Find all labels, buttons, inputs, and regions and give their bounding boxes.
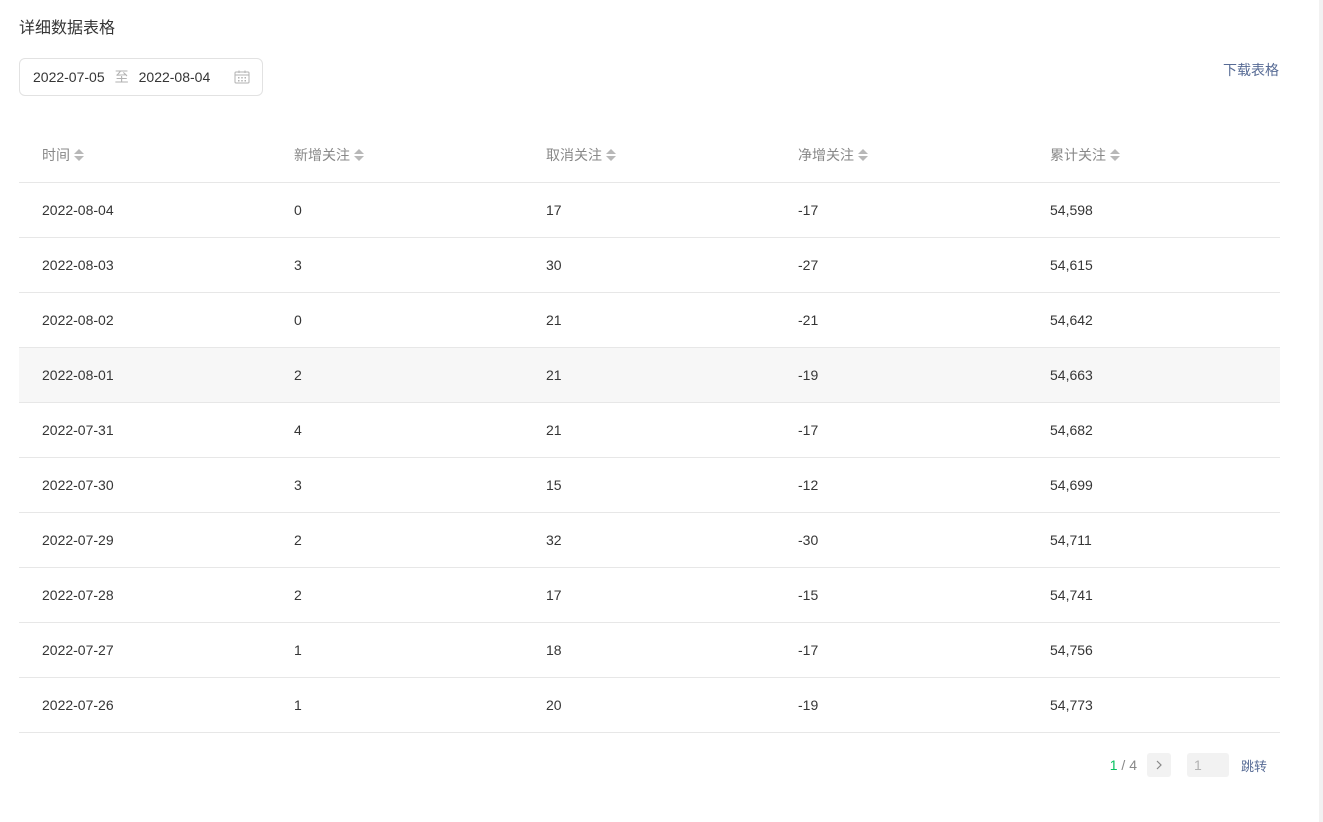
cell-new-follows: 3 xyxy=(294,477,302,493)
column-header-unfollows[interactable]: 取消关注 xyxy=(523,145,775,165)
data-table: 时间 新增关注 取消关注 净增关注 累计关注 2022-08-04 0 17 -… xyxy=(19,128,1280,733)
cell-new-follows: 2 xyxy=(294,367,302,383)
sort-icon[interactable] xyxy=(354,149,364,161)
cell-total-follows: 54,598 xyxy=(1050,202,1093,218)
cell-date: 2022-08-02 xyxy=(42,312,114,328)
date-range-picker[interactable]: 2022-07-05 至 2022-08-04 xyxy=(19,58,263,96)
cell-net-follows: -17 xyxy=(798,422,819,438)
total-pages: 4 xyxy=(1129,757,1137,773)
cell-net-follows: -27 xyxy=(798,257,819,273)
table-row: 2022-08-04 0 17 -17 54,598 xyxy=(19,183,1280,238)
cell-unfollows: 15 xyxy=(546,477,562,493)
cell-total-follows: 54,682 xyxy=(1050,422,1093,438)
cell-unfollows: 21 xyxy=(546,367,562,383)
cell-new-follows: 2 xyxy=(294,587,302,603)
current-page: 1 xyxy=(1109,757,1118,773)
table-row-highlighted: 2022-08-01 2 21 -19 54,663 xyxy=(19,348,1280,403)
cell-new-follows: 2 xyxy=(294,532,302,548)
cell-new-follows: 1 xyxy=(294,642,302,658)
cell-net-follows: -30 xyxy=(798,532,819,548)
cell-total-follows: 54,741 xyxy=(1050,587,1093,603)
cell-unfollows: 21 xyxy=(546,312,562,328)
cell-date: 2022-07-29 xyxy=(42,532,114,548)
chevron-right-icon xyxy=(1156,760,1162,770)
cell-unfollows: 20 xyxy=(546,697,562,713)
cell-unfollows: 21 xyxy=(546,422,562,438)
cell-total-follows: 54,663 xyxy=(1050,367,1093,383)
cell-total-follows: 54,773 xyxy=(1050,697,1093,713)
cell-net-follows: -15 xyxy=(798,587,819,603)
cell-net-follows: -12 xyxy=(798,477,819,493)
table-row: 2022-08-02 0 21 -21 54,642 xyxy=(19,293,1280,348)
cell-new-follows: 4 xyxy=(294,422,302,438)
column-header-total-follows[interactable]: 累计关注 xyxy=(1027,145,1279,165)
start-date[interactable]: 2022-07-05 xyxy=(33,69,105,85)
date-separator: 至 xyxy=(114,69,129,85)
page-jump-input[interactable] xyxy=(1186,753,1229,777)
cell-net-follows: -19 xyxy=(798,367,819,383)
cell-unfollows: 18 xyxy=(546,642,562,658)
cell-date: 2022-07-26 xyxy=(42,697,114,713)
cell-net-follows: -21 xyxy=(798,312,819,328)
column-header-time[interactable]: 时间 xyxy=(19,145,271,165)
section-title: 详细数据表格 xyxy=(19,20,116,37)
column-header-net-follows[interactable]: 净增关注 xyxy=(775,145,1027,165)
cell-total-follows: 54,756 xyxy=(1050,642,1093,658)
scrollbar-track[interactable] xyxy=(1319,0,1323,822)
table-row: 2022-07-29 2 32 -30 54,711 xyxy=(19,513,1280,568)
cell-date: 2022-08-01 xyxy=(42,367,114,383)
download-table-link[interactable]: 下载表格 xyxy=(1223,60,1279,80)
cell-date: 2022-08-04 xyxy=(42,202,114,218)
cell-date: 2022-07-28 xyxy=(42,587,114,603)
next-page-button[interactable] xyxy=(1146,753,1171,777)
cell-net-follows: -17 xyxy=(798,202,819,218)
cell-date: 2022-07-31 xyxy=(42,422,114,438)
cell-new-follows: 1 xyxy=(294,697,302,713)
cell-new-follows: 0 xyxy=(294,312,302,328)
table-row: 2022-07-30 3 15 -12 54,699 xyxy=(19,458,1280,513)
sort-icon[interactable] xyxy=(858,149,868,161)
page: 详细数据表格 2022-07-05 至 2022-08-04 下载表格 时间 新… xyxy=(0,0,1323,822)
cell-total-follows: 54,699 xyxy=(1050,477,1093,493)
calendar-icon[interactable] xyxy=(234,70,250,84)
table-row: 2022-07-26 1 20 -19 54,773 xyxy=(19,678,1280,733)
cell-date: 2022-08-03 xyxy=(42,257,114,273)
cell-date: 2022-07-30 xyxy=(42,477,114,493)
sort-icon[interactable] xyxy=(74,149,84,161)
end-date[interactable]: 2022-08-04 xyxy=(139,69,211,85)
column-header-new-follows[interactable]: 新增关注 xyxy=(271,145,523,165)
cell-new-follows: 0 xyxy=(294,202,302,218)
table-row: 2022-07-27 1 18 -17 54,756 xyxy=(19,623,1280,678)
table-header-row: 时间 新增关注 取消关注 净增关注 累计关注 xyxy=(19,128,1280,183)
pagination: 1 / 4 跳转 xyxy=(1110,753,1267,777)
table-row: 2022-07-31 4 21 -17 54,682 xyxy=(19,403,1280,458)
cell-net-follows: -19 xyxy=(798,697,819,713)
cell-net-follows: -17 xyxy=(798,642,819,658)
cell-new-follows: 3 xyxy=(294,257,302,273)
page-separator: / xyxy=(1117,757,1130,773)
cell-total-follows: 54,642 xyxy=(1050,312,1093,328)
page-count: 1 / 4 xyxy=(1110,757,1137,773)
table-row: 2022-07-28 2 17 -15 54,741 xyxy=(19,568,1280,623)
jump-button[interactable]: 跳转 xyxy=(1241,756,1267,775)
cell-unfollows: 17 xyxy=(546,587,562,603)
sort-icon[interactable] xyxy=(1110,149,1120,161)
cell-date: 2022-07-27 xyxy=(42,642,114,658)
cell-unfollows: 30 xyxy=(546,257,562,273)
cell-unfollows: 32 xyxy=(546,532,562,548)
cell-total-follows: 54,711 xyxy=(1050,532,1092,548)
sort-icon[interactable] xyxy=(606,149,616,161)
cell-total-follows: 54,615 xyxy=(1050,257,1093,273)
cell-unfollows: 17 xyxy=(546,202,562,218)
table-row: 2022-08-03 3 30 -27 54,615 xyxy=(19,238,1280,293)
